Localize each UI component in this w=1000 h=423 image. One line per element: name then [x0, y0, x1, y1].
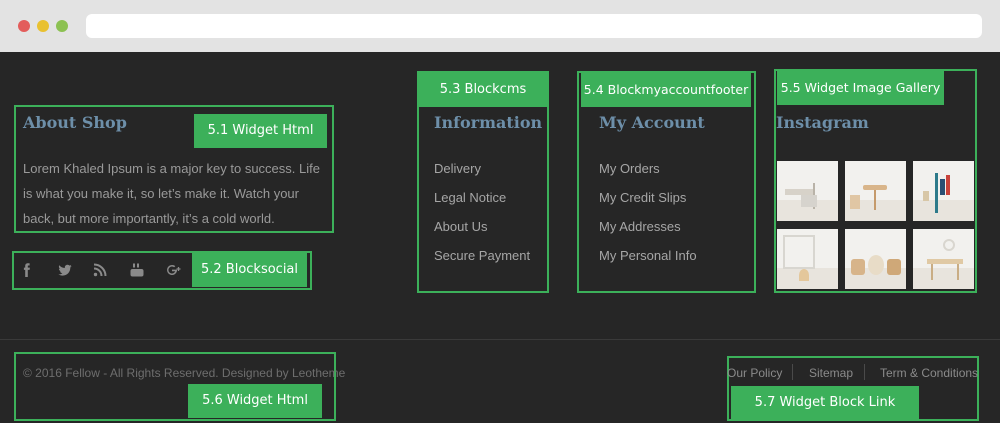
gallery-image-frame[interactable] [777, 229, 838, 289]
bottom-link-term-conditions[interactable]: Term & Conditions [880, 366, 978, 380]
youtube-icon[interactable] [129, 262, 145, 278]
information-widget-tag: 5.3 Blockcms [419, 73, 547, 107]
copyright-text: © 2016 Fellow - All Rights Reserved. Des… [23, 366, 346, 380]
information-link-delivery[interactable]: Delivery [434, 161, 481, 176]
account-link-credit-slips[interactable]: My Credit Slips [599, 190, 686, 205]
information-link-secure-payment[interactable]: Secure Payment [434, 248, 530, 263]
about-widget-tag: 5.1 Widget Html [194, 114, 327, 148]
rss-icon[interactable] [92, 262, 108, 278]
gallery-image-table[interactable] [845, 161, 906, 221]
maximize-window-button[interactable] [56, 20, 68, 32]
minimize-window-button[interactable] [37, 20, 49, 32]
account-heading: My Account [599, 113, 705, 132]
gallery-image-lamp-desk[interactable] [913, 229, 974, 289]
instagram-heading: Instagram [776, 113, 869, 132]
account-link-addresses[interactable]: My Addresses [599, 219, 681, 234]
bottom-link-our-policy[interactable]: Our Policy [727, 366, 782, 380]
about-heading: About Shop [23, 113, 127, 132]
social-widget-tag: 5.2 Blocksocial [192, 253, 307, 287]
gallery-image-chair[interactable] [777, 161, 838, 221]
copyright-widget-tag: 5.6 Widget Html [188, 384, 322, 418]
information-heading: Information [434, 113, 543, 132]
browser-toolbar [0, 0, 1000, 52]
bottom-link-sitemap[interactable]: Sitemap [809, 366, 853, 380]
gallery-image-coat-rack[interactable] [913, 161, 974, 221]
google-plus-icon[interactable] [166, 262, 182, 278]
twitter-icon[interactable] [57, 262, 73, 278]
information-link-about-us[interactable]: About Us [434, 219, 487, 234]
information-link-legal-notice[interactable]: Legal Notice [434, 190, 506, 205]
about-text: Lorem Khaled Ipsum is a major key to suc… [23, 161, 320, 226]
block-link-widget-tag: 5.7 Widget Block Link [731, 386, 919, 420]
account-widget-tag: 5.4 Blockmyaccountfooter [581, 73, 751, 107]
footer-divider [0, 339, 1000, 340]
close-window-button[interactable] [18, 20, 30, 32]
account-link-personal-info[interactable]: My Personal Info [599, 248, 697, 263]
link-separator [792, 364, 793, 380]
account-link-orders[interactable]: My Orders [599, 161, 660, 176]
gallery-image-baskets[interactable] [845, 229, 906, 289]
address-bar[interactable] [86, 14, 982, 38]
facebook-icon[interactable] [19, 262, 35, 278]
instagram-widget-tag: 5.5 Widget Image Gallery [777, 71, 944, 105]
link-separator [864, 364, 865, 380]
